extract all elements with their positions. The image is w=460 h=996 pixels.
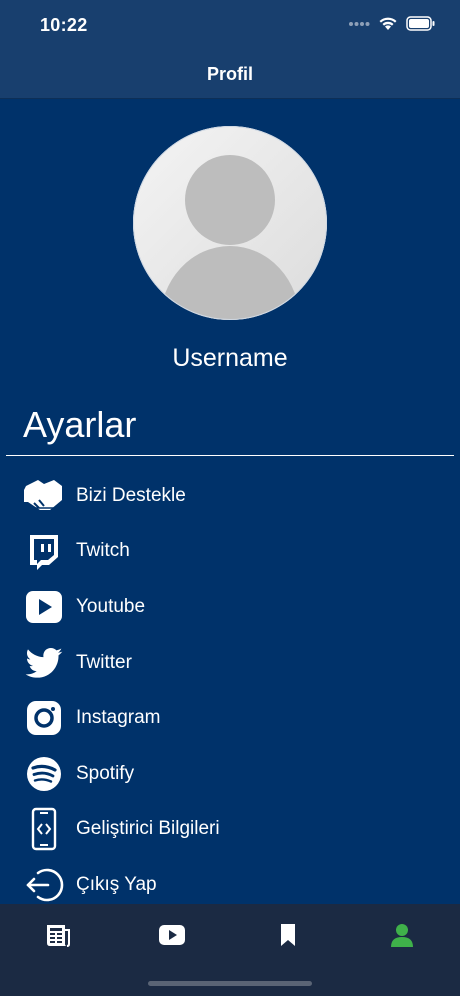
tab-bookmarks[interactable] — [268, 918, 308, 952]
menu-item-support[interactable]: Bizi Destekle — [0, 468, 460, 524]
youtube-icon — [22, 587, 66, 627]
home-indicator — [148, 981, 312, 986]
wifi-icon — [379, 17, 397, 30]
video-icon — [159, 925, 185, 945]
tab-news[interactable] — [38, 918, 78, 952]
twitter-icon — [22, 643, 66, 683]
menu-item-instagram[interactable]: Instagram — [0, 690, 460, 746]
menu-item-label: Bizi Destekle — [76, 484, 186, 506]
news-icon — [47, 925, 70, 947]
settings-title: Ayarlar — [23, 404, 137, 445]
nav-bar: Profil — [0, 50, 460, 99]
instagram-icon — [22, 698, 66, 738]
username: Username — [172, 344, 288, 372]
menu-item-label: Çıkış Yap — [76, 873, 157, 895]
spotify-icon — [22, 754, 66, 794]
page-title: Profil — [206, 64, 253, 84]
developer-phone-icon — [22, 808, 66, 851]
menu-item-label: Instagram — [76, 707, 161, 729]
status-icons — [348, 16, 436, 31]
menu-item-spotify[interactable]: Spotify — [0, 746, 460, 802]
menu-item-twitter[interactable]: Twitter — [0, 635, 460, 691]
tab-videos[interactable] — [152, 918, 192, 952]
menu-item-youtube[interactable]: Youtube — [0, 579, 460, 635]
menu-item-label: Twitch — [76, 540, 130, 562]
menu-item-label: Spotify — [76, 762, 135, 784]
avatar-placeholder-icon — [133, 126, 327, 320]
menu-item-label: Twitter — [76, 651, 132, 673]
profile-icon — [391, 924, 413, 947]
tab-profile[interactable] — [382, 918, 422, 952]
status-time: 10:22 — [40, 15, 88, 35]
menu-item-twitch[interactable]: Twitch — [0, 524, 460, 580]
avatar[interactable] — [133, 126, 327, 320]
bookmark-icon — [281, 924, 295, 946]
signal-icon — [349, 21, 370, 26]
menu-item-label: Geliştirici Bilgileri — [76, 818, 220, 840]
status-bar: 10:22 — [0, 0, 460, 50]
settings-menu: Bizi Destekle Twitch Youtube Twitter Ins… — [0, 468, 460, 913]
handshake-icon — [22, 476, 66, 516]
logout-icon — [22, 865, 66, 905]
menu-item-label: Youtube — [76, 595, 146, 617]
divider — [6, 455, 454, 456]
battery-icon — [406, 16, 435, 31]
twitch-icon — [22, 531, 66, 571]
menu-item-developer-info[interactable]: Geliştirici Bilgileri — [0, 802, 460, 858]
